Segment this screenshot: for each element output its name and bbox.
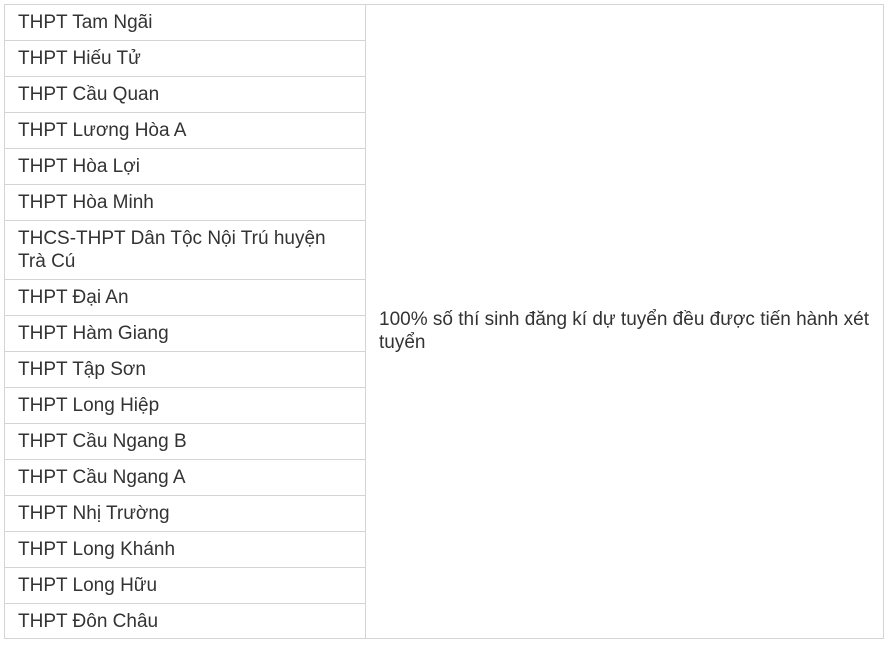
- table-row: THPT Cầu Ngang A: [5, 460, 365, 496]
- schools-table: THPT Tam Ngãi THPT Hiếu Tử THPT Cầu Quan…: [4, 4, 884, 639]
- table-row: THPT Long Hiệp: [5, 388, 365, 424]
- table-row: THPT Lương Hòa A: [5, 113, 365, 149]
- school-name-column: THPT Tam Ngãi THPT Hiếu Tử THPT Cầu Quan…: [5, 5, 366, 638]
- table-row: THPT Nhị Trường: [5, 496, 365, 532]
- table-row: THPT Cầu Quan: [5, 77, 365, 113]
- table-row: THPT Long Hữu: [5, 568, 365, 604]
- table-row: THPT Đại An: [5, 280, 365, 316]
- table-row: THPT Hàm Giang: [5, 316, 365, 352]
- table-row: THPT Hòa Minh: [5, 185, 365, 221]
- table-row: THPT Đôn Châu: [18, 611, 159, 632]
- admission-note-cell: 100% số thí sinh đăng kí dự tuyển đều đư…: [366, 5, 883, 638]
- table-row: THPT Tập Sơn: [5, 352, 365, 388]
- table-row: THPT Hòa Lợi: [5, 149, 365, 185]
- table-row: THCS-THPT Dân Tộc Nội Trú huyện Trà Cú: [5, 221, 365, 280]
- admission-note-text: 100% số thí sinh đăng kí dự tuyển đều đư…: [379, 308, 869, 353]
- table-row: THPT Hiếu Tử: [5, 41, 365, 77]
- table-row: THPT Tam Ngãi: [5, 5, 365, 41]
- table-row: THPT Cầu Ngang B: [5, 424, 365, 460]
- table-row: THPT Long Khánh: [5, 532, 365, 568]
